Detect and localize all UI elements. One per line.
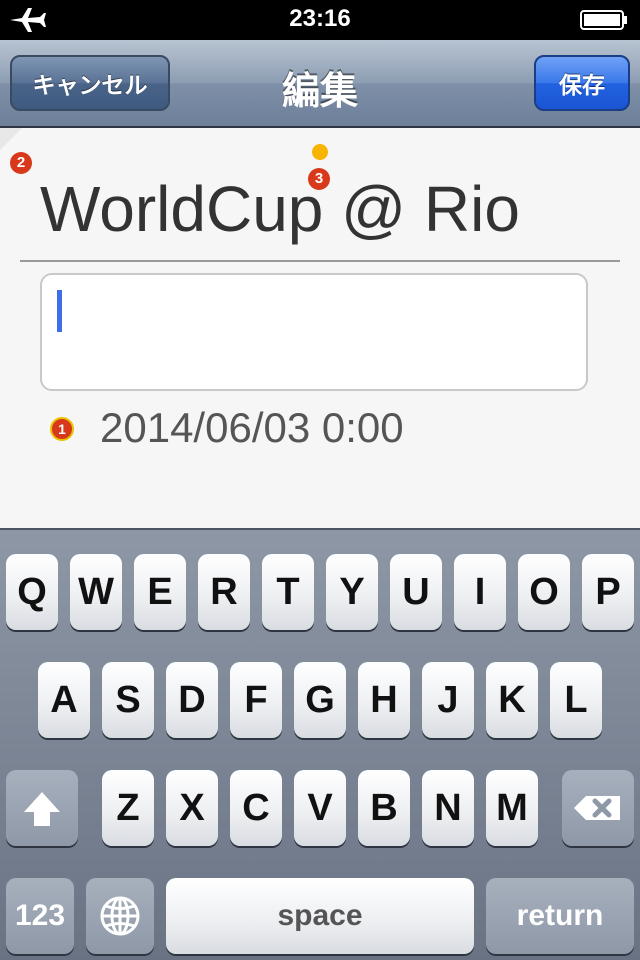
keyboard: Q W E R T Y U I O P A S D F G H J K L Z … (0, 528, 640, 960)
delete-key[interactable] (562, 770, 634, 846)
key-j[interactable]: J (422, 662, 474, 738)
delete-icon (574, 796, 620, 820)
save-button[interactable]: 保存 (534, 55, 630, 111)
shift-icon (24, 792, 60, 826)
key-y[interactable]: Y (326, 554, 378, 630)
text-caret (57, 290, 62, 332)
numbers-key[interactable]: 123 (6, 878, 74, 954)
key-u[interactable]: U (390, 554, 442, 630)
nav-bar: キャンセル 編集 保存 (0, 40, 640, 128)
notes-input[interactable] (40, 273, 588, 391)
date-field[interactable]: 2014/06/03 0:00 (100, 404, 404, 452)
key-k[interactable]: K (486, 662, 538, 738)
battery-icon (580, 10, 627, 30)
edit-form: 2 3 WorldCup @ Rio 1 2014/06/03 0:00 (0, 128, 640, 528)
color-dot-icon[interactable] (312, 144, 328, 160)
title-underline (20, 260, 620, 262)
status-bar: 23:16 (0, 0, 640, 40)
key-p[interactable]: P (582, 554, 634, 630)
title-field[interactable]: WorldCup @ Rio (40, 172, 520, 246)
key-i[interactable]: I (454, 554, 506, 630)
key-c[interactable]: C (230, 770, 282, 846)
key-n[interactable]: N (422, 770, 474, 846)
key-r[interactable]: R (198, 554, 250, 630)
return-key[interactable]: return (486, 878, 634, 954)
key-q[interactable]: Q (6, 554, 58, 630)
key-a[interactable]: A (38, 662, 90, 738)
status-time: 23:16 (289, 5, 351, 32)
key-v[interactable]: V (294, 770, 346, 846)
key-m[interactable]: M (486, 770, 538, 846)
key-z[interactable]: Z (102, 770, 154, 846)
key-x[interactable]: X (166, 770, 218, 846)
key-h[interactable]: H (358, 662, 410, 738)
key-b[interactable]: B (358, 770, 410, 846)
key-g[interactable]: G (294, 662, 346, 738)
key-e[interactable]: E (134, 554, 186, 630)
space-key[interactable]: space (166, 878, 474, 954)
globe-icon (100, 896, 140, 936)
key-f[interactable]: F (230, 662, 282, 738)
key-w[interactable]: W (70, 554, 122, 630)
shift-key[interactable] (6, 770, 78, 846)
date-marker-badge: 1 (50, 417, 74, 441)
key-s[interactable]: S (102, 662, 154, 738)
key-d[interactable]: D (166, 662, 218, 738)
key-l[interactable]: L (550, 662, 602, 738)
page-corner (0, 128, 22, 150)
corner-marker-badge: 2 (10, 152, 32, 174)
key-t[interactable]: T (262, 554, 314, 630)
key-o[interactable]: O (518, 554, 570, 630)
globe-key[interactable] (86, 878, 154, 954)
